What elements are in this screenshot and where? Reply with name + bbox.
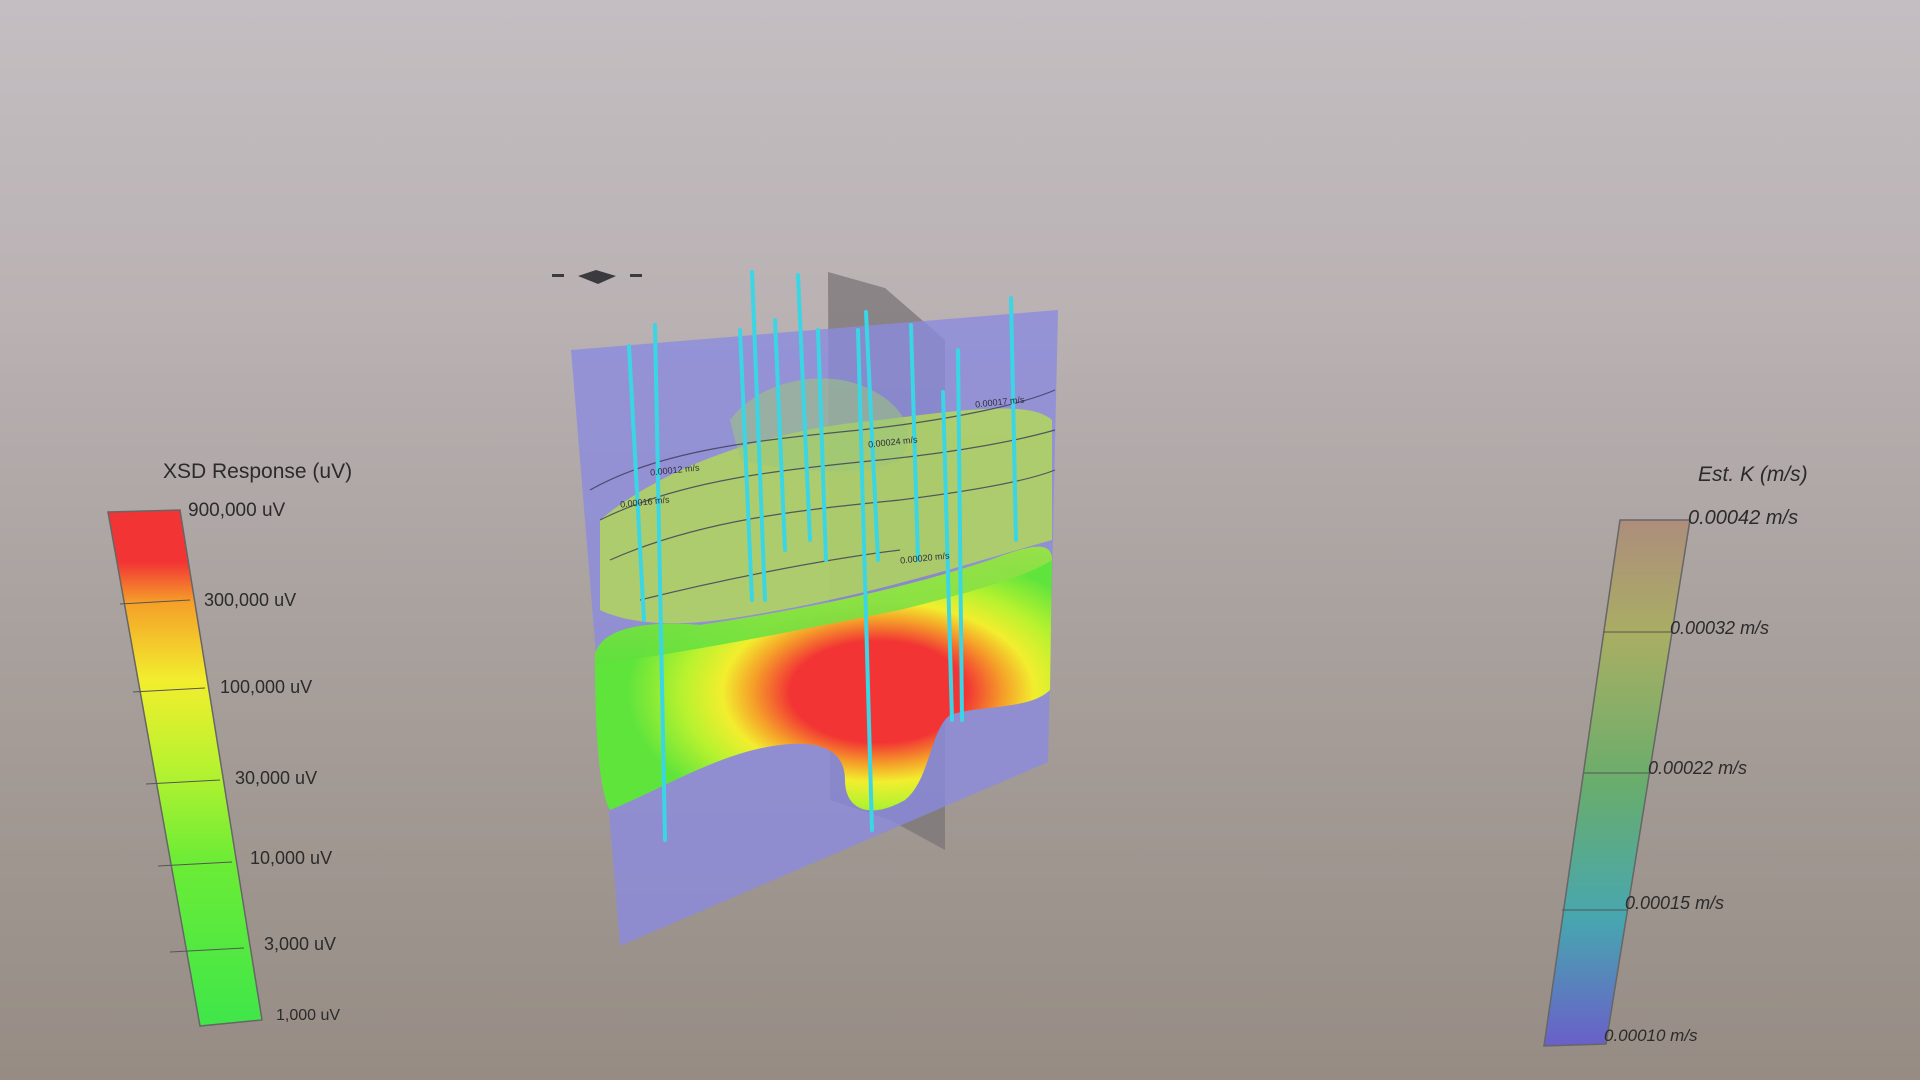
estk-legend-color-bar (1543, 519, 1691, 1047)
estk-legend-tick-00010: 0.00010 m/s (1604, 1026, 1698, 1045)
xsd-legend-tick-300000: 300,000 uV (204, 590, 297, 610)
xsd-legend-title: XSD Response (uV) (163, 460, 353, 483)
xsd-legend-tick-1000: 1,000 uV (276, 1007, 341, 1024)
xsd-legend-tick-10000: 10,000 uV (250, 848, 333, 868)
xsd-legend-tick-100000: 100,000 uV (220, 677, 313, 697)
xsd-legend-tick-3000: 3,000 uV (264, 934, 337, 954)
dark-marker-object (552, 270, 642, 284)
estk-legend-tick-00022: 0.00022 m/s (1648, 758, 1748, 778)
3d-visualization-scene (107, 270, 1691, 1047)
estk-legend-tick-00032: 0.00032 m/s (1670, 618, 1770, 638)
xsd-legend-tick-30000: 30,000 uV (235, 768, 318, 788)
estk-legend-tick-00015: 0.00015 m/s (1625, 893, 1725, 913)
estk-legend-tick-00042: 0.00042 m/s (1688, 507, 1799, 529)
estk-legend-title: Est. K (m/s) (1698, 463, 1808, 486)
xsd-legend-tick-900000: 900,000 uV (188, 500, 286, 521)
